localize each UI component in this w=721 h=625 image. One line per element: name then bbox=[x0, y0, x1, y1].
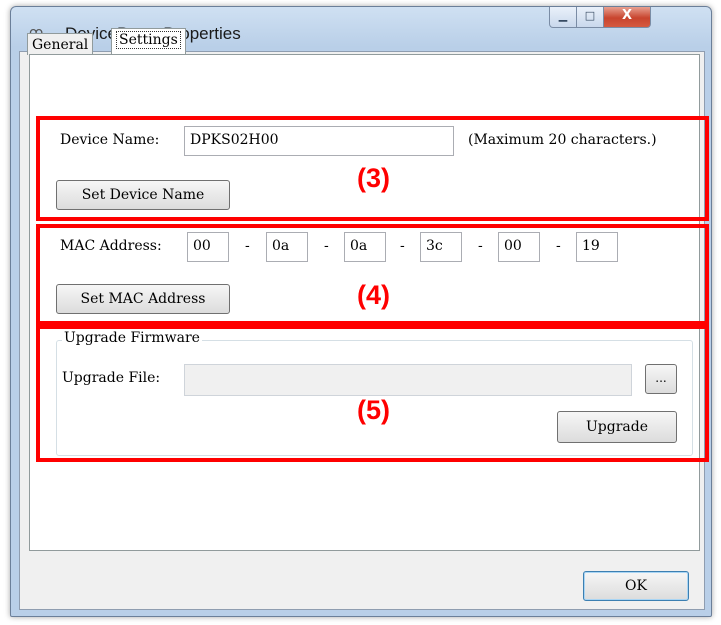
minimize-button[interactable]: ▁ bbox=[549, 7, 577, 28]
annotation-label-5: (5) bbox=[357, 395, 390, 425]
annotation-label-4: (4) bbox=[357, 280, 390, 310]
annotation-box-upgrade-firmware bbox=[36, 325, 709, 462]
tab-settings[interactable]: Settings bbox=[111, 28, 186, 56]
maximize-button[interactable]: □ bbox=[576, 7, 604, 28]
ok-button[interactable]: OK bbox=[583, 571, 689, 601]
annotation-label-3: (3) bbox=[357, 163, 390, 193]
tab-general[interactable]: General bbox=[27, 33, 94, 55]
tab-settings-label: Settings bbox=[116, 31, 181, 49]
close-button[interactable]: X bbox=[603, 7, 651, 28]
